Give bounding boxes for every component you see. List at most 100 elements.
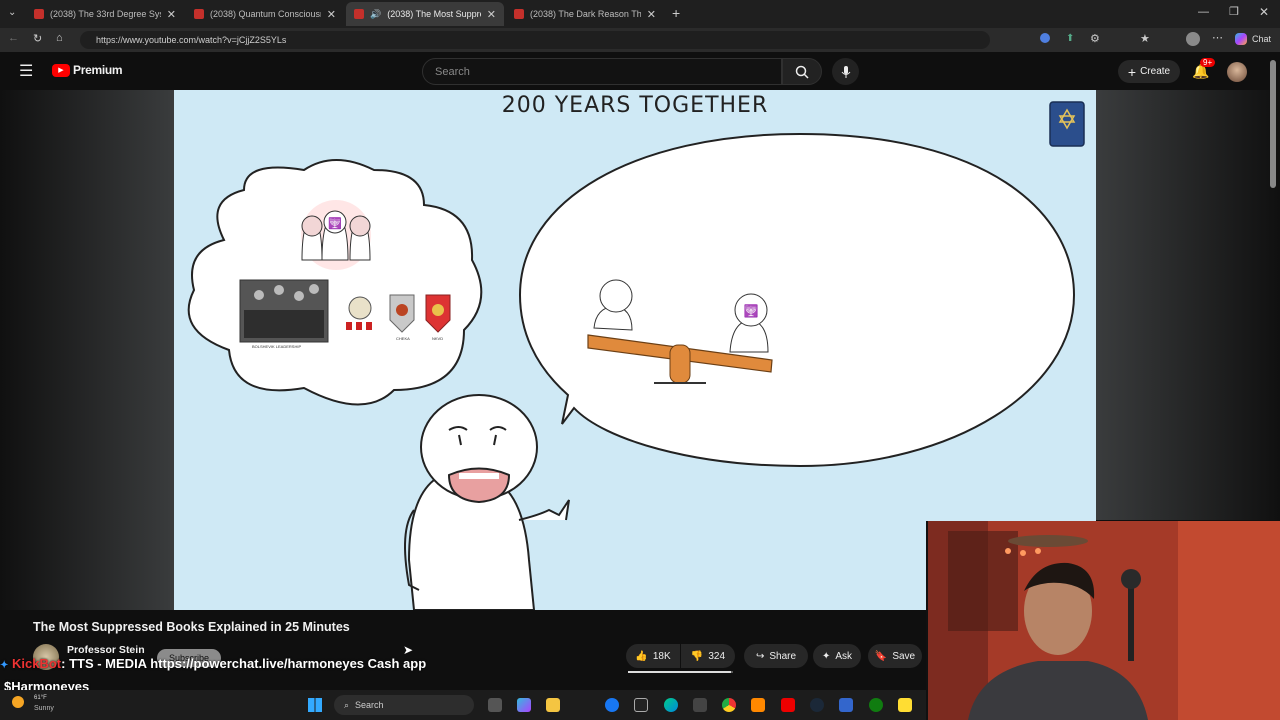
taskbar-search-label: Search bbox=[355, 700, 384, 710]
weather-temp: 61°F bbox=[34, 695, 47, 701]
dislike-count: 324 bbox=[708, 650, 726, 662]
youtube-favicon-icon bbox=[34, 9, 44, 19]
mouse-cursor-icon: ➤ bbox=[403, 643, 414, 657]
speaker-icon[interactable]: 🔊 bbox=[370, 9, 381, 20]
thumbs-down-icon: 👎 bbox=[690, 650, 704, 662]
tab-title: (2038) The Most Suppressed B bbox=[387, 9, 481, 19]
tab-3-active[interactable]: 🔊 (2038) The Most Suppressed B ✕ bbox=[346, 2, 504, 26]
sparkle-icon: ✦ bbox=[821, 650, 831, 662]
save-label: Save bbox=[892, 650, 916, 662]
calculator-icon[interactable] bbox=[693, 698, 707, 712]
extensions-icon[interactable]: ⚙ bbox=[1090, 32, 1100, 45]
search-icon bbox=[795, 65, 809, 79]
photo-caption: BOLSHEVIK LEADERSHIP bbox=[252, 344, 302, 349]
create-button[interactable]: + Create bbox=[1118, 60, 1180, 83]
thumbs-up-icon: 👍 bbox=[635, 650, 648, 662]
weather-desc: Sunny bbox=[34, 705, 54, 712]
save-button[interactable]: 🔖 Save bbox=[868, 644, 922, 668]
tab-title: (2038) The Dark Reason They Des bbox=[530, 9, 641, 19]
chat-label[interactable]: Chat bbox=[1252, 34, 1271, 44]
group-figures: 🕎 bbox=[301, 200, 371, 270]
ask-label: Ask bbox=[835, 650, 853, 662]
kickbot-name: KickBot bbox=[12, 656, 62, 671]
dislike-button[interactable]: 👎 324 bbox=[681, 644, 735, 668]
edge-browser-icon[interactable] bbox=[664, 698, 678, 712]
stick-figure bbox=[404, 394, 570, 610]
close-tab-icon[interactable]: ✕ bbox=[327, 8, 336, 21]
sticky-notes-icon[interactable] bbox=[898, 698, 912, 712]
page-scrollbar[interactable] bbox=[1270, 60, 1276, 188]
address-bar-row: ← ↻ ⌂ https://www.youtube.com/watch?v=jC… bbox=[0, 28, 1280, 52]
like-ratio-bar bbox=[628, 671, 733, 673]
video-letterbox-right bbox=[1096, 90, 1280, 520]
ask-button[interactable]: ✦ Ask bbox=[813, 644, 861, 668]
youtube-play-icon: ▶ bbox=[52, 63, 70, 77]
notification-badge: 9+ bbox=[1200, 58, 1216, 67]
windows-start-icon[interactable] bbox=[308, 698, 322, 712]
tab-title: (2038) Quantum Consciousness T bbox=[210, 9, 321, 19]
webcam-feed-image bbox=[928, 521, 1280, 720]
menu-icon[interactable]: ⋯ bbox=[1212, 31, 1223, 44]
account-avatar[interactable] bbox=[1227, 62, 1247, 82]
webcam-overlay bbox=[926, 521, 1280, 720]
youtube-logo[interactable]: ▶ Premium bbox=[52, 63, 123, 77]
youtube-favicon-icon bbox=[354, 9, 364, 19]
minimize-icon[interactable]: — bbox=[1198, 6, 1209, 18]
back-icon[interactable]: ← bbox=[8, 32, 19, 44]
channel-name[interactable]: Professor Stein bbox=[67, 644, 145, 656]
tab-1[interactable]: (2038) The 33rd Degree System E ✕ bbox=[26, 2, 184, 26]
hamburger-menu-icon[interactable]: ☰ bbox=[19, 61, 33, 81]
like-button[interactable]: 👍 18K bbox=[626, 644, 680, 668]
new-tab-button[interactable]: + bbox=[672, 5, 680, 21]
nkvd-caption: NKVD bbox=[432, 336, 444, 341]
profile-avatar[interactable] bbox=[1186, 32, 1200, 46]
logo-text: Premium bbox=[73, 63, 123, 77]
xbox-icon[interactable] bbox=[869, 698, 883, 712]
bluesky-icon: ✦ bbox=[0, 660, 9, 671]
thought-cloud bbox=[187, 159, 483, 406]
task-view-icon[interactable] bbox=[488, 698, 502, 712]
reload-icon[interactable]: ↻ bbox=[33, 32, 42, 45]
url-field[interactable]: https://www.youtube.com/watch?v=jCjjZ2S5… bbox=[80, 31, 990, 49]
youtube-favicon-icon bbox=[514, 9, 524, 19]
file-explorer-icon[interactable] bbox=[546, 698, 560, 712]
close-tab-icon[interactable]: ✕ bbox=[487, 8, 496, 21]
create-label: Create bbox=[1140, 66, 1171, 77]
close-tab-icon[interactable]: ✕ bbox=[647, 8, 656, 21]
like-ratio-fill bbox=[628, 671, 731, 673]
copilot-app-icon[interactable] bbox=[517, 698, 531, 712]
close-tab-icon[interactable]: ✕ bbox=[167, 8, 176, 21]
close-window-icon[interactable]: ✕ bbox=[1259, 5, 1269, 19]
steam-icon[interactable] bbox=[810, 698, 824, 712]
share-icon: ↪ bbox=[755, 650, 765, 662]
tab-2[interactable]: (2038) Quantum Consciousness T ✕ bbox=[186, 2, 344, 26]
search-input[interactable]: Search bbox=[422, 58, 782, 85]
amazon-icon[interactable] bbox=[634, 698, 648, 712]
weather-icon[interactable] bbox=[12, 696, 24, 708]
taskbar-search[interactable]: ⌕ Search bbox=[334, 695, 474, 715]
video-title: The Most Suppressed Books Explained in 2… bbox=[33, 620, 350, 634]
vlc-icon[interactable] bbox=[751, 698, 765, 712]
share-label: Share bbox=[769, 650, 797, 662]
favorites-icon[interactable]: ★ bbox=[1140, 32, 1150, 45]
copilot-icon[interactable] bbox=[1235, 33, 1247, 45]
stream-overlay-line1: ✦ KickBot: TTS - MEDIA https://powerchat… bbox=[0, 656, 426, 671]
facebook-icon[interactable] bbox=[605, 698, 619, 712]
chrome-icon[interactable] bbox=[722, 698, 736, 712]
extension-icon[interactable]: ⬆ bbox=[1066, 33, 1074, 44]
search-button[interactable] bbox=[782, 58, 822, 85]
tab-4[interactable]: (2038) The Dark Reason They Des ✕ bbox=[506, 2, 664, 26]
youtube-app-icon[interactable] bbox=[781, 698, 795, 712]
home-icon[interactable]: ⌂ bbox=[56, 32, 63, 44]
video-info-area: The Most Suppressed Books Explained in 2… bbox=[0, 610, 926, 690]
share-button[interactable]: ↪ Share bbox=[744, 644, 808, 668]
extension-icon[interactable] bbox=[1040, 33, 1050, 43]
bookmark-icon: 🔖 bbox=[874, 650, 888, 662]
search-icon: ⌕ bbox=[344, 699, 350, 710]
restore-icon[interactable]: ❐ bbox=[1229, 5, 1239, 18]
tab-list-chevron-icon[interactable]: ⌄ bbox=[8, 7, 16, 18]
app-icon[interactable] bbox=[839, 698, 853, 712]
voice-search-button[interactable] bbox=[832, 58, 859, 85]
youtube-header: ☰ ▶ Premium Search + Create 🔔 9+ bbox=[0, 52, 1280, 90]
overlay-message: : TTS - MEDIA https://powerchat.live/har… bbox=[61, 656, 427, 671]
